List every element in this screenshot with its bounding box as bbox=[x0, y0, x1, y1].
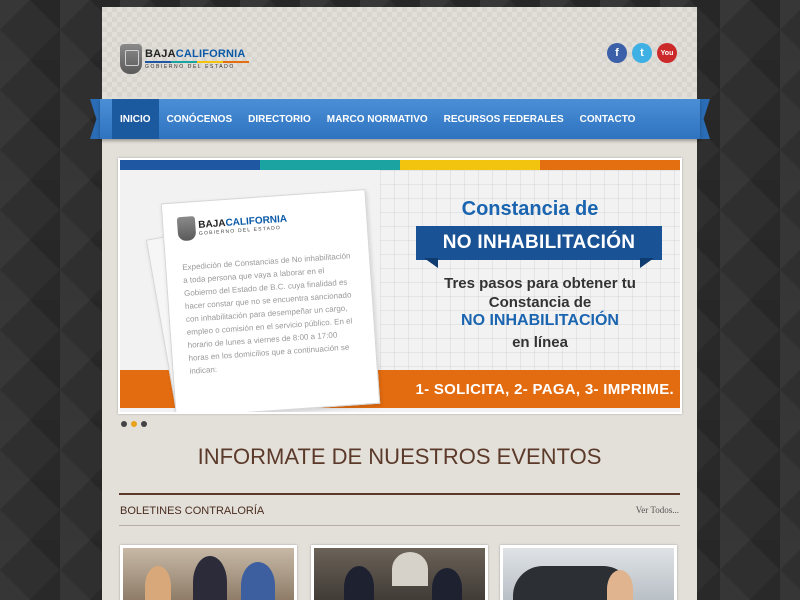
logo-color-stripe bbox=[145, 61, 249, 63]
slider-dot-3[interactable] bbox=[141, 421, 147, 427]
nav-item-directorio[interactable]: DIRECTORIO bbox=[240, 99, 319, 139]
logo-baja: BAJA bbox=[145, 48, 176, 60]
state-seal-icon bbox=[120, 44, 142, 74]
logo-subtitle: GOBIERNO DEL ESTADO bbox=[145, 64, 235, 70]
boletines-divider bbox=[119, 525, 680, 526]
photo-person bbox=[607, 570, 633, 600]
photo-person bbox=[344, 566, 374, 600]
slide-subtitle: Tres pasos para obtener tu Constancia de bbox=[444, 275, 636, 311]
section-divider bbox=[119, 493, 680, 495]
slide-subtitle-highlight: NO INHABILITACIÓN bbox=[461, 312, 619, 329]
nav-item-inicio[interactable]: INICIO bbox=[112, 99, 159, 139]
slide: 1- SOLICITA, 2- PAGA, 3- IMPRIME. BAJACA… bbox=[120, 170, 680, 412]
header: BAJACALIFORNIA GOBIERNO DEL ESTADO f t Y… bbox=[102, 7, 697, 97]
document-text: Expedición de Constancias de No inhabili… bbox=[181, 251, 353, 376]
topbar-yellow bbox=[400, 160, 540, 170]
topbar-teal bbox=[260, 160, 400, 170]
events-title: INFORMATE DE NUESTROS EVENTOS bbox=[197, 444, 602, 469]
document-logo: BAJACALIFORNIA GOBIERNO DEL ESTADO bbox=[176, 210, 288, 242]
youtube-icon[interactable]: You bbox=[657, 43, 677, 63]
document-seal-icon bbox=[176, 216, 197, 242]
boletines-heading: BOLETINES CONTRALORÍA bbox=[120, 505, 265, 517]
photo-person bbox=[145, 566, 171, 600]
topbar-orange bbox=[540, 160, 680, 170]
slider-dot-1[interactable] bbox=[121, 421, 127, 427]
page-container: BAJACALIFORNIA GOBIERNO DEL ESTADO f t Y… bbox=[102, 7, 697, 600]
nav-item-conocenos[interactable]: CONÓCENOS bbox=[159, 99, 241, 139]
photo-person bbox=[193, 556, 227, 600]
nav-item-contacto[interactable]: CONTACTO bbox=[572, 99, 644, 139]
facebook-icon[interactable]: f bbox=[607, 43, 627, 63]
news-thumbnail-2[interactable] bbox=[311, 545, 488, 600]
nav-item-recursos-federales[interactable]: RECURSOS FEDERALES bbox=[436, 99, 572, 139]
slide-ribbon: NO INHABILITACIÓN bbox=[416, 226, 662, 260]
nav-bar: INICIO CONÓCENOS DIRECTORIO MARCO NORMAT… bbox=[100, 99, 700, 139]
logo-california: CALIFORNIA bbox=[175, 48, 246, 60]
slider-pagination bbox=[121, 421, 147, 427]
baja-california-logo[interactable]: BAJACALIFORNIA GOBIERNO DEL ESTADO bbox=[120, 40, 250, 78]
social-links: f t You bbox=[607, 43, 677, 63]
topbar-blue bbox=[120, 160, 260, 170]
color-topbar bbox=[120, 160, 680, 170]
twitter-icon[interactable]: t bbox=[632, 43, 652, 63]
news-thumbnail-1[interactable] bbox=[120, 545, 297, 600]
nav-item-marco-normativo[interactable]: MARCO NORMATIVO bbox=[319, 99, 436, 139]
slide-heading: Constancia de bbox=[461, 198, 599, 220]
news-thumbnail-3[interactable] bbox=[500, 545, 677, 600]
ribbon-text: NO INHABILITACIÓN bbox=[442, 232, 636, 253]
hero-slider[interactable]: 1- SOLICITA, 2- PAGA, 3- IMPRIME. BAJACA… bbox=[118, 158, 682, 414]
ver-todos-link[interactable]: Ver Todos... bbox=[636, 505, 679, 515]
photo-person bbox=[432, 568, 462, 600]
main-navigation: INICIO CONÓCENOS DIRECTORIO MARCO NORMAT… bbox=[90, 99, 710, 139]
document-paper: BAJACALIFORNIA GOBIERNO DEL ESTADO Exped… bbox=[160, 189, 381, 412]
steps-text: 1- SOLICITA, 2- PAGA, 3- IMPRIME. bbox=[415, 380, 674, 398]
slider-dot-2[interactable] bbox=[131, 421, 137, 427]
photo-person bbox=[241, 562, 275, 600]
photo-person bbox=[392, 552, 428, 586]
slide-subtitle-end: en línea bbox=[512, 334, 568, 351]
